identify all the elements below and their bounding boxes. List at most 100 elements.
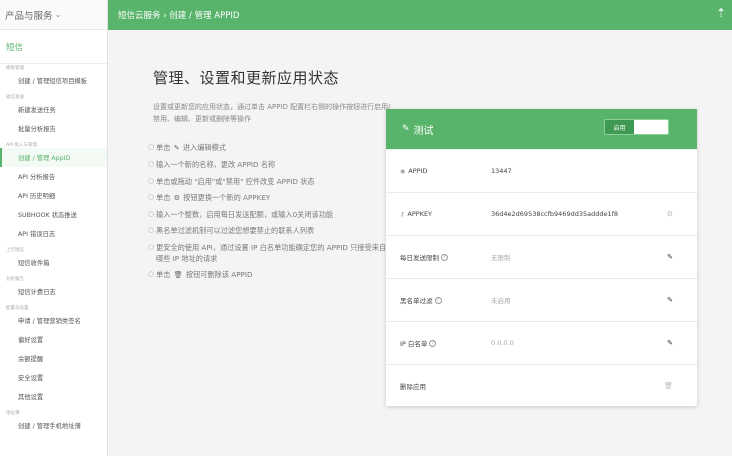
sidebar-item-api-history[interactable]: API 历史明细 [0, 186, 107, 205]
appkey-row: ⚷ APPKEY 36d4e2d69538ccfb9469dd35addde1f8… [386, 192, 697, 235]
sidebar-item-security[interactable]: 安全设置 [0, 368, 107, 387]
sidebar-group-label: 配置与设置 [6, 306, 29, 311]
tip-item: ○ 输入一个新的名称，更改 APPID 名称 [148, 159, 393, 170]
page-title: 管理、设置和更新应用状态 [153, 69, 340, 87]
row-label: IP 白名单? [400, 338, 437, 348]
tip-text: 按钮更换一个新的 APPKEY [183, 192, 271, 202]
appid-row: ◉ APPID 13447 [386, 149, 697, 192]
row-label-text: 删除应用 [400, 382, 426, 391]
trash-icon: 🗑 [173, 271, 183, 280]
main-content: 管理、设置和更新应用状态 设置或更新您的应用状态，通过单击 APPID 配置栏右… [108, 30, 732, 456]
status-toggle[interactable]: 启用 [604, 119, 669, 135]
sidebar-item-api-report[interactable]: API 分析报告 [0, 167, 107, 186]
lightbulb-icon: ○ [148, 160, 155, 169]
row-label: ◉ APPID [400, 167, 427, 175]
top-bar: 短信云服务 › 创建 / 管理 APPID ⇡ [108, 0, 732, 30]
intro-text: 设置或更新您的应用状态，通过单击 APPID 配置栏右侧的操作按钮进行启用/禁用… [153, 103, 391, 123]
toggle-on-label: 启用 [605, 120, 634, 134]
tip-item: ○ 输入一个整数，启用每日发送配额，或输入0关闭该功能 [148, 209, 393, 220]
tip-text: 单击或拖动 "启用"或"禁用" 控件改变 APPID 状态 [156, 176, 315, 186]
lightbulb-icon: ○ [148, 242, 155, 251]
sidebar-group-label: API 接入与管理 [6, 143, 38, 148]
tip-item: ○ 黑名单过滤机制可以过滤您想要禁止的联系人列表 [148, 225, 393, 236]
dot-icon: ◉ [400, 167, 406, 175]
gear-icon: ⚙ [173, 193, 180, 202]
row-label-text: 每日发送限制 [400, 254, 439, 262]
lightbulb-icon: ○ [148, 226, 155, 235]
key-icon: ⚷ [400, 210, 405, 218]
sidebar-group-label: 模板管理 [6, 66, 24, 71]
lightbulb-icon: ○ [148, 176, 155, 185]
blacklist-row: 黑名单过滤? 未启用 ✎ [386, 278, 697, 321]
trash-icon[interactable]: 🗑 [664, 382, 673, 390]
daily-limit-row: 每日发送限制? 无限制 ✎ [386, 235, 697, 278]
row-label: 删除应用 [400, 381, 426, 391]
tip-text: 输入一个新的名称，更改 APPID 名称 [156, 160, 276, 170]
tip-text: 更安全的使用 API，通过设置 IP 白名单功能确定您的 APPID 只接受来自… [156, 242, 387, 263]
sidebar-item-preferences[interactable]: 偏好设置 [0, 330, 107, 349]
sidebar-item-billing-log[interactable]: 短信计费日志 [0, 282, 107, 301]
sidebar-item-api-errors[interactable]: API 错误日志 [0, 224, 107, 243]
tip-text: 输入一个整数，启用每日发送配额，或输入0关闭该功能 [156, 210, 334, 220]
row-label-text: APPID [408, 167, 428, 175]
app-card: ✎ 测试 启用 ◉ APPID 13447 ⚷ APPKEY 36d4e2d6953… [386, 109, 697, 406]
sidebar-item-batch-report[interactable]: 批量分析报告 [0, 119, 107, 138]
tip-text: 单击 [156, 143, 171, 152]
tip-text: 进入编辑模式 [182, 143, 226, 152]
tip-item: ○ 单击 ✎ 进入编辑模式 [148, 142, 393, 154]
tip-text: 单击 [156, 270, 171, 280]
sidebar-item-appid[interactable]: 创建 / 管理 AppID [0, 148, 107, 167]
tips-list: ○ 单击 ✎ 进入编辑模式 ○ 输入一个新的名称，更改 APPID 名称 ○ 单… [148, 142, 393, 286]
sidebar-group-label: 分析报告 [6, 277, 24, 282]
blacklist-value: 未启用 [491, 297, 511, 305]
sidebar-item-template[interactable]: 创建 / 管理短信项目模板 [0, 71, 107, 90]
help-icon[interactable]: ? [429, 339, 437, 347]
sidebar: 产品与服务 ⌄ 短信 模板管理 创建 / 管理短信项目模板 短信发送 新建发送任… [0, 0, 108, 456]
tip-text: 黑名单过滤机制可以过滤您想要禁止的联系人列表 [156, 226, 315, 236]
edit-pencil-icon[interactable]: ✎ [667, 339, 673, 347]
appid-value: 13447 [491, 167, 512, 175]
tip-item: ○ 单击 ⚙ 按钮更换一个新的 APPKEY [148, 192, 393, 204]
sidebar-item-addressbook[interactable]: 创建 / 管理手机地址薄 [0, 416, 107, 435]
help-icon[interactable]: ? [441, 253, 448, 261]
sidebar-group-label: 短信发送 [6, 95, 24, 100]
row-label-text: IP 白名单 [400, 340, 428, 348]
tip-text: 单击 [156, 192, 171, 202]
card-header: ✎ 测试 启用 [386, 109, 697, 149]
sidebar-group-label: 上行短信 [6, 248, 24, 253]
product-menu[interactable]: 产品与服务 ⌄ [0, 0, 107, 30]
regenerate-key-icon[interactable]: ⚙ [667, 210, 673, 218]
pencil-icon: ✎ [173, 144, 180, 152]
row-label: 每日发送限制? [400, 252, 448, 262]
sidebar-item-new-task[interactable]: 新建发送任务 [0, 100, 107, 119]
pencil-icon[interactable]: ✎ [402, 124, 410, 134]
lightbulb-icon: ○ [148, 210, 155, 219]
chevron-down-icon: ⌄ [54, 10, 62, 19]
sidebar-item-subhook[interactable]: SUBHOOK 状态推送 [0, 205, 107, 224]
edit-pencil-icon[interactable]: ✎ [667, 253, 673, 261]
sidebar-item-balance-alert[interactable]: 余额提醒 [0, 349, 107, 368]
edit-pencil-icon[interactable]: ✎ [667, 296, 673, 304]
arrow-up-icon[interactable]: ⇡ [716, 6, 726, 20]
lightbulb-icon: ○ [148, 143, 155, 151]
ip-whitelist-row: IP 白名单? 0.0.0.0 ✎ [386, 321, 697, 364]
product-menu-label: 产品与服务 [5, 10, 53, 22]
sidebar-item-signature[interactable]: 申请 / 管理营销类签名 [0, 311, 107, 330]
tip-item: ○ 单击 🗑 按钮可删除该 APPID [148, 269, 393, 281]
row-label-text: 黑名单过滤 [400, 297, 433, 305]
help-icon[interactable]: ? [434, 296, 442, 304]
delete-app-row: 删除应用 🗑 [386, 364, 697, 406]
app-name[interactable]: 测试 [414, 122, 434, 137]
sidebar-group-label: 地址簿 [6, 411, 20, 416]
sidebar-item-inbox[interactable]: 短信收件箱 [0, 253, 107, 272]
tip-item: ○ 更安全的使用 API，通过设置 IP 白名单功能确定您的 APPID 只接受… [148, 242, 393, 264]
appkey-value: 36d4e2d69538ccfb9469dd35addde1f8 [491, 210, 619, 218]
breadcrumb: 短信云服务 › 创建 / 管理 APPID [118, 11, 240, 21]
row-label: 黑名单过滤? [400, 295, 442, 305]
sidebar-item-other-settings[interactable]: 其他设置 [0, 387, 107, 406]
ip-whitelist-value: 0.0.0.0 [491, 339, 514, 347]
tip-text: 按钮可删除该 APPID [185, 270, 253, 280]
lightbulb-icon: ○ [148, 192, 155, 201]
toggle-off-area [634, 120, 668, 134]
daily-limit-value: 无限制 [491, 254, 511, 262]
